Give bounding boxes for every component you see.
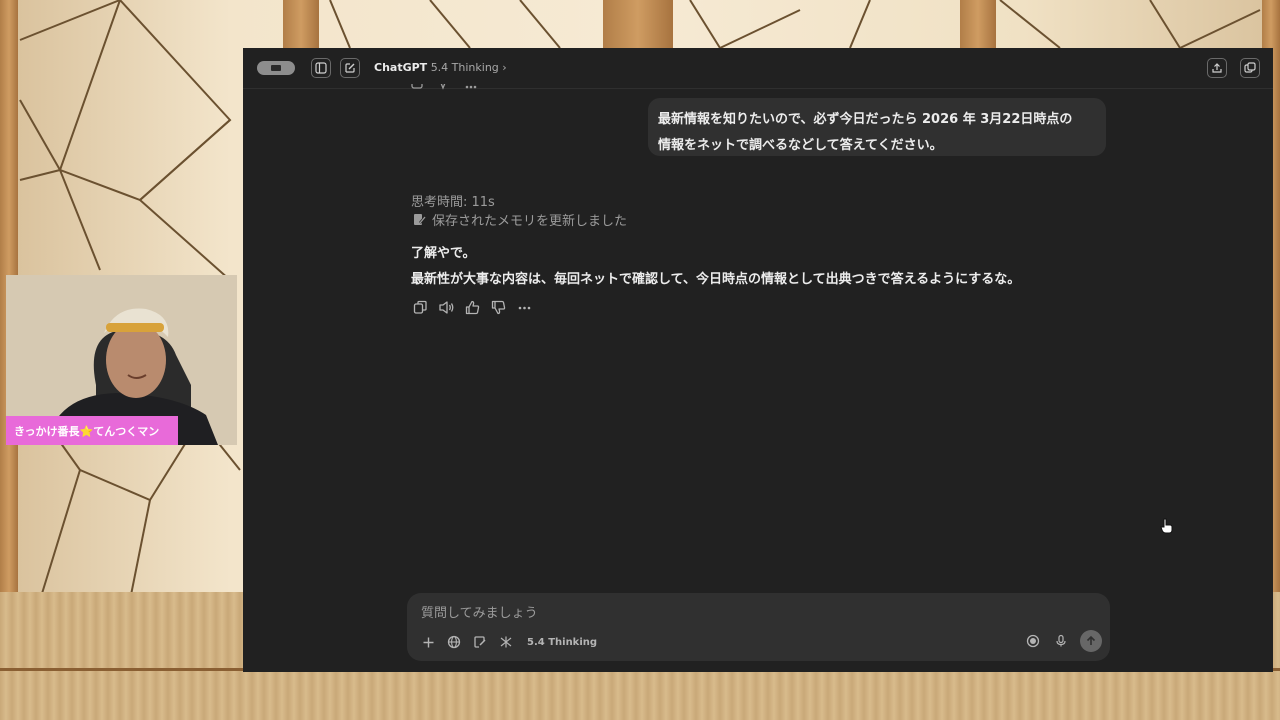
app-name: ChatGPT (374, 61, 428, 74)
add-attachment-button[interactable] (419, 633, 437, 651)
reply-actions (411, 298, 533, 316)
compose-icon (345, 63, 355, 73)
voice-mode-icon (1026, 634, 1040, 648)
thinking-time[interactable]: 思考時間: 11s (411, 191, 495, 210)
thumbs-up-icon (465, 300, 479, 314)
composer-right-controls (1024, 630, 1102, 652)
memory-edit-icon (414, 214, 426, 225)
canvas-icon (474, 636, 486, 648)
apps-icon (500, 636, 512, 648)
canvas-button[interactable] (471, 633, 489, 651)
top-bar: ChatGPT 5.4 Thinking › (243, 48, 1273, 89)
copy-button[interactable] (411, 298, 429, 316)
previous-message-actions (411, 84, 491, 92)
assistant-reply: 了解やで。 最新性が大事な内容は、毎回ネットで確認して、今日時点の情報として出典… (411, 241, 1020, 293)
hand-cursor-icon (1160, 518, 1173, 534)
apps-button[interactable] (497, 633, 515, 651)
copy-icon (413, 300, 427, 314)
message-composer: 5.4 Thinking (407, 593, 1110, 661)
voice-mode-button[interactable] (1024, 632, 1042, 650)
thumbs-down-icon (491, 300, 505, 314)
dictation-button[interactable] (1052, 632, 1070, 650)
sidebar-icon (315, 62, 327, 74)
composer-tools: 5.4 Thinking (419, 633, 597, 651)
chevron-right-icon: › (502, 61, 507, 74)
reply-line: 了解やで。 (411, 246, 476, 261)
memory-notice-text: 保存されたメモリを更新しました (432, 214, 628, 229)
new-chat-button[interactable] (340, 58, 360, 78)
arrow-up-icon (1086, 635, 1096, 645)
send-button[interactable] (1080, 630, 1102, 652)
read-aloud-button[interactable] (437, 298, 455, 316)
model-label: 5.4 Thinking (430, 61, 499, 74)
user-message-line: 最新情報を知りたいので、必ず今日だったら 2026 年 3月22日時点の (658, 112, 1073, 127)
speaker-icon (439, 300, 454, 314)
globe-icon (447, 635, 461, 649)
prompt-input[interactable] (419, 601, 1023, 625)
reply-line: 最新性が大事な内容は、毎回ネットで確認して、今日時点の情報として出典つきで答える… (411, 272, 1021, 287)
web-search-button[interactable] (445, 633, 463, 651)
chatgpt-window: ChatGPT 5.4 Thinking › 最新情報を知りたいので、必ず今日だ… (243, 48, 1273, 672)
plus-icon (423, 637, 433, 647)
popout-button[interactable] (1240, 58, 1260, 78)
share-button[interactable] (1207, 58, 1227, 78)
good-response-button[interactable] (463, 298, 481, 316)
bad-response-button[interactable] (489, 298, 507, 316)
more-actions-button[interactable] (515, 298, 533, 316)
memory-update-notice[interactable]: 保存されたメモリを更新しました (413, 210, 627, 229)
user-message-line: 情報をネットで調べるなどして答えてください。 (658, 138, 943, 153)
user-message-bubble: 最新情報を知りたいので、必ず今日だったら 2026 年 3月22日時点の 情報を… (648, 98, 1106, 156)
share-icon (1212, 63, 1222, 73)
window-control-pill[interactable] (257, 61, 295, 75)
model-chip[interactable]: 5.4 Thinking (527, 637, 597, 648)
microphone-icon (1056, 634, 1066, 647)
streamer-name-tag: きっかけ番長⭐てんつくマン (6, 416, 178, 445)
sidebar-toggle-button[interactable] (311, 58, 331, 78)
more-icon (518, 306, 530, 309)
model-selector[interactable]: ChatGPT 5.4 Thinking › (374, 61, 507, 74)
popout-icon (1244, 62, 1256, 73)
